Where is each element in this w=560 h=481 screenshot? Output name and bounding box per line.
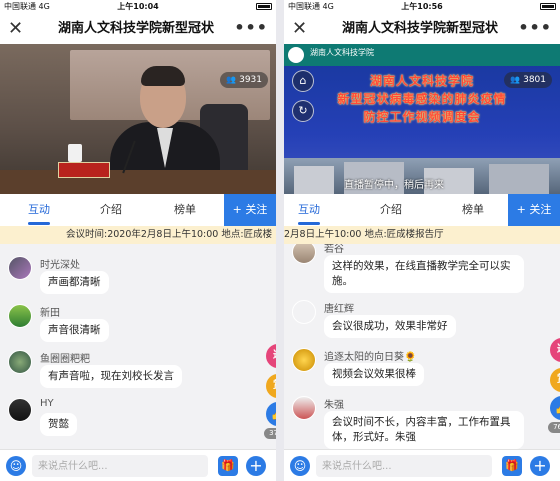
username: 唐红辉 (324, 304, 354, 315)
thumbs-up-icon[interactable]: 👍 (266, 402, 276, 426)
avatar (8, 350, 32, 374)
close-icon[interactable]: ✕ (8, 17, 23, 41)
battery-icon (256, 3, 272, 10)
avatar (292, 244, 316, 264)
more-icon[interactable]: ••• (518, 14, 552, 42)
follow-button[interactable]: + 关注 (224, 194, 276, 226)
close-icon[interactable]: ✕ (292, 17, 307, 41)
reward-button[interactable]: 赏 (266, 374, 276, 398)
nav-bar: ✕ 湖南人文科技学院新型冠状 ••• (284, 14, 560, 44)
chat-input[interactable] (316, 455, 492, 477)
phone-right: 中国联通 4G 上午10:56 ✕ 湖南人文科技学院新型冠状 ••• 湖南人文科… (284, 0, 560, 481)
page-title: 湖南人文科技学院新型冠状 (57, 21, 214, 36)
chat-list[interactable]: 若谷 这样的效果，在线直播教学完全可以实施。 唐红辉 会议很成功，效果非常好 追… (284, 244, 560, 449)
tab-ranking[interactable]: 榜单 (160, 194, 210, 226)
logo-bar: 湖南人文科技学院 (284, 44, 560, 66)
message-bubble: 有声音啦，现在刘校长发言 (40, 365, 182, 388)
like-count: 3768 (264, 428, 276, 439)
tab-intro[interactable]: 介绍 (366, 194, 416, 226)
battery-icon (540, 3, 556, 10)
video-frame: 湖南人文科技学院 湖南人文科技学院 新型冠状病毒感染的肺炎疫情 防控工作视频调度… (284, 44, 560, 194)
username: 新田 (40, 308, 60, 319)
message-bubble: 会议时间不长，内容丰富，工作布置具体，形式好。朱强 (324, 411, 524, 449)
chat-list[interactable]: 时光深处 声画都清晰 新田 声音很清晰 鱼圈圈粑粑 有声音啦，现在刘校长发言 H… (0, 244, 276, 449)
paused-text: 直播暂停中，稍后再来 (344, 180, 444, 191)
plus-icon[interactable]: + (246, 456, 266, 476)
avatar (8, 256, 32, 280)
message-bubble: 声画都清晰 (40, 271, 109, 294)
username: HY (40, 398, 54, 409)
message-bubble: 会议很成功，效果非常好 (324, 315, 456, 338)
emoji-icon[interactable]: ☺ (6, 456, 26, 476)
gift-icon[interactable]: 🎁 (502, 456, 522, 476)
emoji-icon[interactable]: ☺ (290, 456, 310, 476)
refresh-icon[interactable]: ↻ (292, 100, 314, 122)
school-logo (288, 47, 304, 63)
username: 朱强 (324, 400, 344, 411)
meeting-notice: 会议时间:2020年2月8日上午10:00 地点:匠成楼 (0, 226, 276, 244)
invite-button[interactable]: 邀 (550, 338, 560, 362)
people-icon: 👥 (510, 75, 521, 84)
avatar (292, 348, 316, 372)
nav-bar: ✕ 湖南人文科技学院新型冠状 ••• (0, 14, 276, 44)
meeting-notice: 2月8日上午10:00 地点:匠成楼报告厅 (284, 226, 560, 244)
viewer-count: 👥 3801 (504, 72, 552, 88)
people-icon: 👥 (226, 75, 237, 84)
gift-icon[interactable]: 🎁 (218, 456, 238, 476)
tab-interact[interactable]: 互动 (14, 194, 64, 226)
desk (0, 170, 276, 194)
tab-bar: 互动 介绍 榜单 + 关注 (284, 194, 560, 226)
like-count: 7602 (548, 422, 560, 433)
follow-button[interactable]: + 关注 (508, 194, 560, 226)
input-bar: ☺ 🎁 + (284, 449, 560, 481)
nameplate (58, 162, 110, 178)
video-frame (0, 44, 276, 194)
status-time: 上午10:56 (401, 2, 443, 11)
avatar (292, 396, 316, 420)
avatar (292, 300, 316, 324)
more-icon[interactable]: ••• (234, 14, 268, 42)
live-video[interactable]: 👥 3931 (0, 44, 276, 194)
avatar (8, 398, 32, 422)
username: 若谷 (324, 244, 344, 255)
live-video[interactable]: 湖南人文科技学院 湖南人文科技学院 新型冠状病毒感染的肺炎疫情 防控工作视频调度… (284, 44, 560, 194)
status-time: 上午10:04 (117, 2, 159, 11)
home-icon[interactable]: ⌂ (292, 70, 314, 92)
page-title: 湖南人文科技学院新型冠状 (341, 21, 498, 36)
phone-left: 中国联通 4G 上午10:04 ✕ 湖南人文科技学院新型冠状 ••• 👥 3931… (0, 0, 276, 481)
viewer-count: 👥 3931 (220, 72, 268, 88)
invite-button[interactable]: 邀 (266, 344, 276, 368)
message-bubble: 这样的效果，在线直播教学完全可以实施。 (324, 255, 524, 293)
reward-button[interactable]: 赏 (550, 368, 560, 392)
tab-intro[interactable]: 介绍 (86, 194, 136, 226)
status-bar: 中国联通 4G 上午10:56 (284, 0, 560, 14)
logo-text: 湖南人文科技学院 (310, 48, 374, 57)
message-bubble: 视频会议效果很棒 (324, 363, 424, 386)
username: 时光深处 (40, 260, 80, 271)
thumbs-up-icon[interactable]: 👍 (550, 396, 560, 420)
tab-interact[interactable]: 互动 (284, 194, 334, 226)
plus-icon[interactable]: + (530, 456, 550, 476)
tab-ranking[interactable]: 榜单 (448, 194, 498, 226)
chat-input[interactable] (32, 455, 208, 477)
teacup (68, 144, 82, 162)
message-bubble: 声音很清晰 (40, 319, 109, 342)
avatar (8, 304, 32, 328)
status-bar: 中国联通 4G 上午10:04 (0, 0, 276, 14)
tab-bar: 互动 介绍 榜单 + 关注 (0, 194, 276, 226)
input-bar: ☺ 🎁 + (0, 449, 276, 481)
username: 追逐太阳的向日葵🌻 (324, 352, 417, 363)
message-bubble: 贺懿 (40, 413, 77, 436)
username: 鱼圈圈粑粑 (40, 354, 90, 365)
